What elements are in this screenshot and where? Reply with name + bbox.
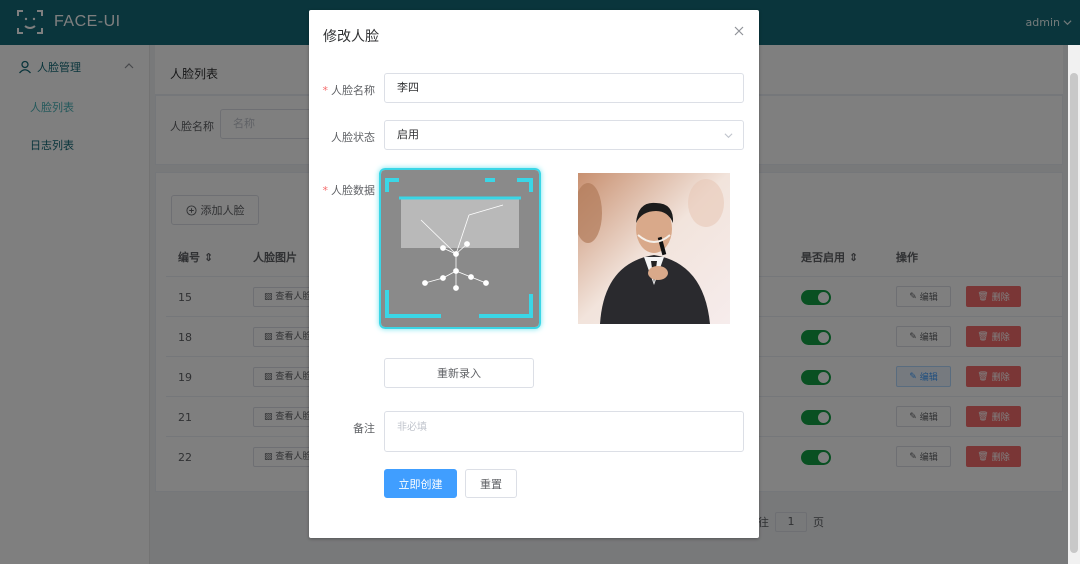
face-photo [578,173,730,324]
face-data-label-text: 人脸数据 [331,184,375,197]
scrollbar-thumb[interactable] [1070,73,1078,553]
reset-button[interactable]: 重置 [465,469,517,498]
remark-label: 备注 [353,422,375,435]
create-button[interactable]: 立即创建 [384,469,457,498]
face-name-label: * 人脸名称 [322,84,376,97]
dialog-title: 修改人脸 [323,29,379,45]
edit-face-dialog: 修改人脸 * 人脸名称 李四 人脸状态 启用 * 人脸数据 重新录入 备注 非必… [309,10,759,538]
page-scrollbar[interactable] [1068,45,1080,564]
remark-textarea[interactable]: 非必填 [384,411,744,452]
re-record-button[interactable]: 重新录入 [384,358,534,388]
face-data-label: * 人脸数据 [322,184,376,197]
chevron-down-icon [724,133,733,139]
face-status-label: 人脸状态 [331,131,375,144]
face-status-value: 启用 [397,128,419,141]
close-icon[interactable] [733,25,745,37]
face-name-input[interactable]: 李四 [384,73,744,103]
face-name-label-text: 人脸名称 [331,84,375,97]
face-status-select[interactable]: 启用 [384,120,744,150]
person-photo-graphic [578,173,730,324]
face-landmark-graphic [381,170,539,327]
face-capture-preview [379,168,541,329]
